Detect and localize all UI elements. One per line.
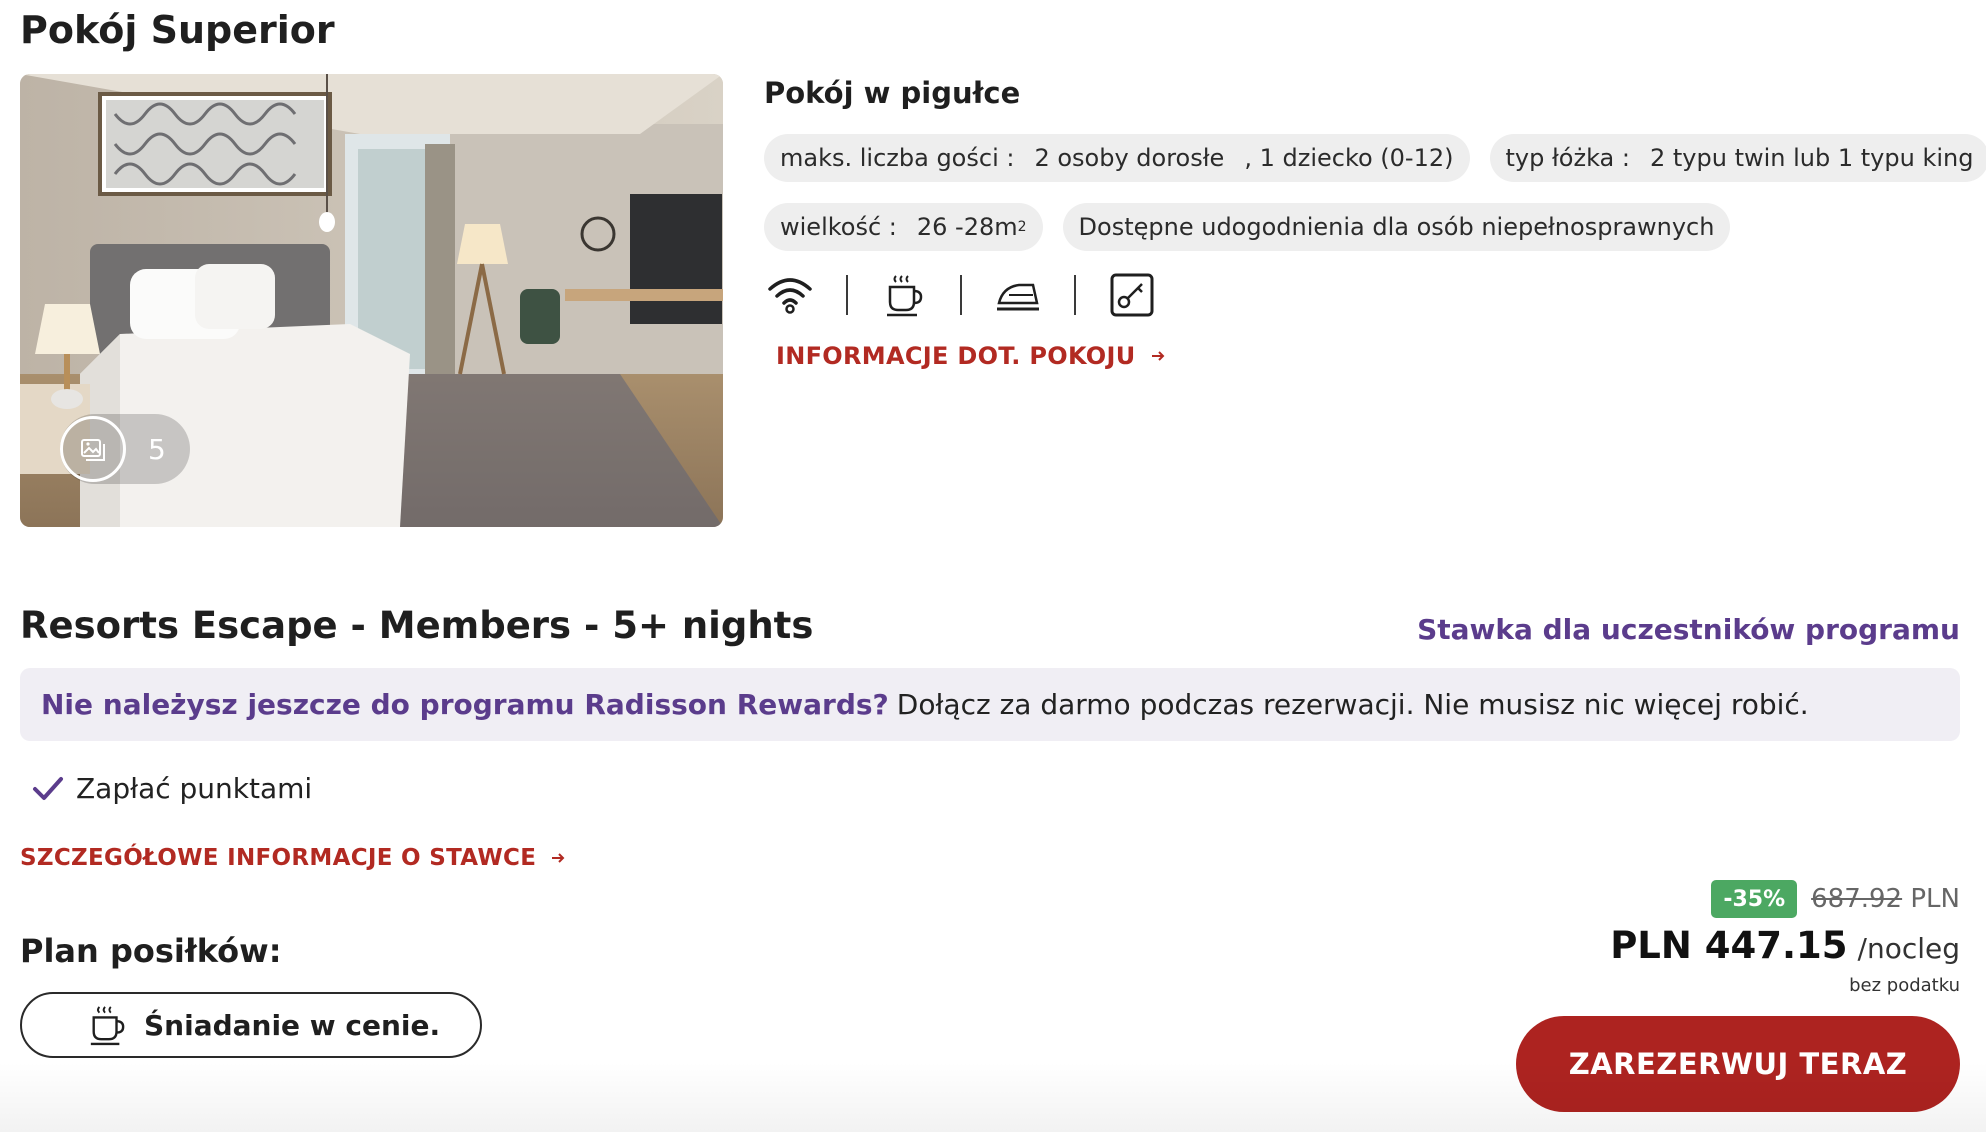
rewards-banner: Nie należysz jeszcze do programu Radisso…	[20, 668, 1960, 741]
guests-child: , 1 dziecko (0-12)	[1244, 144, 1454, 172]
rate-title: Resorts Escape - Members - 5+ nights	[20, 604, 814, 647]
gallery-button[interactable]: 5	[60, 414, 190, 484]
chip-row-1: maks. liczba gości : 2 osoby dorosłe , 1…	[764, 134, 1986, 182]
wifi-icon	[764, 269, 816, 321]
guests-adults: 2 osoby dorosłe	[1034, 144, 1225, 172]
chip-row-2: wielkość : 26 -28m 2 Dostępne udogodnieni…	[764, 203, 1731, 251]
bed-value: 2 typu twin lub 1 typu king	[1649, 144, 1974, 172]
current-price: PLN 447.15	[1610, 924, 1848, 967]
book-now-button[interactable]: ZAREZERWUJ TERAZ	[1516, 1016, 1960, 1112]
guests-chip: maks. liczba gości : 2 osoby dorosłe , 1…	[764, 134, 1470, 182]
meal-plan-option[interactable]: Śniadanie w cenie.	[20, 992, 482, 1058]
old-price: 687.92 PLN	[1811, 884, 1960, 914]
rewards-banner-text: Dołącz za darmo podczas rezerwacji. Nie …	[896, 688, 1809, 721]
pay-points: Zapłać punktami	[32, 772, 312, 805]
rewards-banner-highlight: Nie należysz jeszcze do programu Radisso…	[41, 688, 889, 721]
bed-label: typ łóżka :	[1505, 144, 1630, 172]
member-rate-label: Stawka dla uczestników programu	[1417, 613, 1960, 646]
arrow-right-icon	[1151, 351, 1164, 361]
gallery-icon	[60, 416, 126, 482]
size-chip: wielkość : 26 -28m 2	[764, 203, 1043, 251]
tax-note: bez podatku	[1849, 975, 1960, 996]
guests-label: maks. liczba gości :	[780, 144, 1015, 172]
rate-info-link-label: SZCZEGÓŁOWE INFORMACJE O STAWCE	[20, 845, 537, 871]
rate-info-link[interactable]: SZCZEGÓŁOWE INFORMACJE O STAWCE	[20, 845, 566, 871]
size-value: 26 -28m	[916, 213, 1018, 241]
discount-badge: -35%	[1711, 880, 1798, 918]
price-row: PLN 447.15 /nocleg	[1610, 924, 1960, 967]
discount-row: -35% 687.92 PLN	[1711, 880, 1960, 918]
size-label: wielkość :	[780, 213, 897, 241]
summary-heading: Pokój w pigułce	[764, 76, 1021, 110]
accessibility-chip: Dostępne udogodnienia dla osób niepełnos…	[1062, 203, 1731, 251]
pay-points-label: Zapłać punktami	[76, 772, 313, 805]
coffee-cup-icon	[878, 269, 930, 321]
room-photo[interactable]: 5	[20, 74, 723, 527]
amenity-separator	[960, 275, 962, 315]
key-card-icon	[1106, 269, 1158, 321]
gallery-count: 5	[148, 432, 166, 466]
room-title: Pokój Superior	[20, 8, 335, 52]
accessibility-label: Dostępne udogodnienia dla osób niepełnos…	[1078, 213, 1715, 241]
check-icon	[33, 776, 63, 800]
iron-icon	[992, 269, 1044, 321]
arrow-right-icon	[552, 853, 565, 863]
price-per-night: /nocleg	[1857, 932, 1960, 965]
meal-plan-heading: Plan posiłków:	[20, 932, 282, 970]
room-info-link[interactable]: INFORMACJE DOT. POKOJU	[776, 342, 1166, 370]
coffee-cup-icon	[90, 1006, 125, 1046]
old-price-currency: PLN	[1910, 884, 1960, 914]
amenity-separator	[846, 275, 848, 315]
amenity-separator	[1074, 275, 1076, 315]
room-info-link-label: INFORMACJE DOT. POKOJU	[776, 342, 1136, 370]
amenities-row	[764, 268, 1158, 322]
meal-plan-option-label: Śniadanie w cenie.	[144, 1008, 441, 1042]
size-unit-sup: 2	[1017, 219, 1027, 235]
old-price-amount: 687.92	[1811, 884, 1903, 914]
bed-chip: typ łóżka : 2 typu twin lub 1 typu king	[1489, 134, 1986, 182]
